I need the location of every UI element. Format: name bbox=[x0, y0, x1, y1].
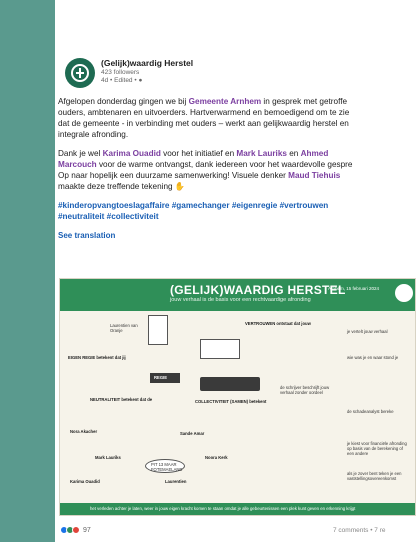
sketch-subtitle: jouw verhaal is de basis voor een rechtv… bbox=[170, 297, 311, 303]
text: dat de gemeente - in verbinding met oude… bbox=[58, 119, 349, 128]
mention-ahmed[interactable]: Ahmed bbox=[301, 149, 329, 158]
sketch-note: wie was je en waar stond je bbox=[347, 355, 399, 360]
post-header: (Gelijk)waardig Herstel 423 followers 4d… bbox=[65, 58, 193, 88]
text: Afgelopen donderdag gingen we bij bbox=[58, 97, 189, 106]
text: maakte deze treffende tekening bbox=[58, 182, 173, 191]
see-translation-row: See translation bbox=[58, 230, 416, 241]
mention-karima-ouadid[interactable]: Karima Ouadid bbox=[103, 149, 161, 158]
sketch-logo-icon bbox=[393, 282, 415, 304]
author-meta: (Gelijk)waardig Herstel 423 followers 4d… bbox=[101, 58, 193, 85]
mention-maud-tiehuis[interactable]: Maud Tiehuis bbox=[288, 171, 340, 180]
sketch-title: (GELIJK)WAARDIG HERSTEL bbox=[170, 283, 346, 297]
hashtag-line[interactable]: #kinderopvangtoeslagaffaire #gamechanger… bbox=[58, 201, 328, 210]
love-reaction-icon bbox=[72, 526, 80, 534]
hashtags: #kinderopvangtoeslagaffaire #gamechanger… bbox=[58, 200, 416, 222]
linkedin-post-card: (Gelijk)waardig Herstel 423 followers 4d… bbox=[55, 0, 416, 542]
sketch-frame bbox=[200, 339, 240, 359]
sketch-person: Noora Kerk bbox=[205, 455, 228, 460]
text: Op naar hopelijk een duurzame samenwerki… bbox=[58, 171, 289, 180]
text: Dank je wel bbox=[58, 149, 103, 158]
sketch-note: je kiest voor financiële afronding op ba… bbox=[347, 441, 407, 456]
follower-count: 423 followers bbox=[101, 69, 140, 76]
sketch-note: als je zover bent teken je een vaststell… bbox=[347, 471, 402, 481]
post-body: Afgelopen donderdag gingen we bij Gemeen… bbox=[58, 96, 416, 249]
post-paragraph-1: Afgelopen donderdag gingen we bij Gemeen… bbox=[58, 96, 416, 140]
sketch-note: REGIE bbox=[154, 375, 168, 380]
sketch-date: Arnhem, 15 februari 2024 bbox=[328, 286, 380, 291]
sketch-table bbox=[200, 377, 260, 391]
company-avatar[interactable] bbox=[65, 58, 95, 88]
sketch-person: Mark Lauriks bbox=[95, 455, 121, 460]
sketch-note: VERTROUWEN ontstaat dat jouw bbox=[245, 321, 311, 326]
sketch-note: de schadeanalyst bereke bbox=[347, 409, 394, 414]
author-name[interactable]: (Gelijk)waardig Herstel bbox=[101, 58, 193, 69]
mention-mark-lauriks[interactable]: Mark Lauriks bbox=[236, 149, 287, 158]
post-paragraph-2: Dank je wel Karima Ouadid voor het initi… bbox=[58, 148, 416, 192]
sketch-note: Laurentien van Oranje bbox=[110, 323, 138, 333]
comments-reposts-link[interactable]: 7 comments • 7 re bbox=[333, 527, 386, 534]
text: in gesprek met getroffe bbox=[261, 97, 348, 106]
sketch-person: Sande Amar bbox=[180, 431, 205, 436]
globe-icon: ● bbox=[138, 77, 143, 84]
mention-gemeente-arnhem[interactable]: Gemeente Arnhem bbox=[189, 97, 262, 106]
post-timestamp: 4d • Edited • ● bbox=[101, 77, 193, 85]
sketch-note: PIT 13 MAAR FOTEMAELAND bbox=[151, 462, 183, 472]
sketch-note: je vertelt jouw verhaal bbox=[347, 329, 388, 334]
reactions-summary[interactable]: 97 bbox=[60, 526, 91, 534]
sketch-person: Laurentien bbox=[165, 479, 187, 484]
sketch-note: EIGEN REGIE betekent dat jij bbox=[68, 355, 126, 360]
visual-sketch-image[interactable]: (GELIJK)WAARDIG HERSTEL jouw verhaal is … bbox=[59, 278, 416, 516]
sketch-note: COLLECTIVITEIT (SAMEN) betekent bbox=[195, 399, 267, 404]
company-logo-icon bbox=[71, 64, 89, 82]
sketch-person: Karima Ouadid bbox=[70, 479, 100, 484]
mention-marcouch[interactable]: Marcouch bbox=[58, 160, 97, 169]
text: en bbox=[286, 149, 301, 158]
sketch-figure bbox=[148, 315, 168, 345]
sketch-note: NEUTRALITEIT betekent dat de bbox=[90, 397, 153, 402]
sketch-note: de schrijver beschrijft jouw verhaal zon… bbox=[280, 385, 330, 395]
see-translation-link[interactable]: See translation bbox=[58, 231, 115, 240]
text: integrale afronding. bbox=[58, 130, 129, 139]
sketch-footer: het verleden achter je laten, weer in jo… bbox=[60, 503, 415, 515]
reaction-count: 97 bbox=[83, 526, 91, 534]
text: voor de warme ontvangst, dank iedereen v… bbox=[96, 160, 353, 169]
sketch-person: Nora Akacher bbox=[70, 429, 98, 434]
hand-emoji-icon: ✋ bbox=[174, 182, 186, 191]
text: ouders, ambtenaren en uitvoerders. Hartv… bbox=[58, 108, 350, 117]
timestamp-text: 4d • Edited • bbox=[101, 77, 139, 84]
text: voor het initiatief en bbox=[160, 149, 237, 158]
hashtag-line[interactable]: #neutraliteit #collectiviteit bbox=[58, 212, 159, 221]
